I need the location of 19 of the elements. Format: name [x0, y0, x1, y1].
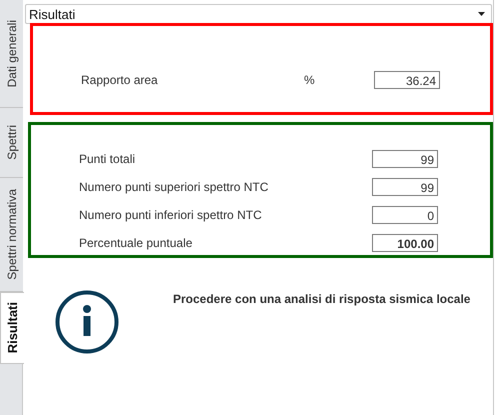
side-tab[interactable]: Risultati — [0, 292, 24, 364]
side-tab[interactable]: Dati generali — [0, 0, 23, 108]
info-icon — [55, 290, 119, 354]
value-field[interactable]: 36.24 — [374, 71, 440, 89]
value-field[interactable]: 99 — [372, 150, 438, 168]
caret-icon — [478, 12, 485, 16]
section-dropdown[interactable]: Risultati — [25, 4, 492, 24]
info-message: Procedere con una analisi di risposta sismica locale — [173, 292, 470, 306]
unit-label: % — [304, 73, 316, 87]
field-label: Numero punti superiori spettro NTC — [78, 180, 270, 194]
field-label: Percentuale puntuale — [78, 236, 194, 250]
field-label: Rapporto area — [80, 73, 159, 87]
field-label: Numero punti inferiori spettro NTC — [78, 208, 263, 222]
side-tab[interactable]: Spettri — [0, 108, 23, 178]
value-field[interactable]: 100.00 — [372, 234, 438, 252]
side-tab[interactable]: Spettri normativa — [0, 178, 23, 292]
field-label: Punti totali — [78, 152, 136, 166]
value-field[interactable]: 0 — [372, 206, 438, 224]
value-field[interactable]: 99 — [372, 178, 438, 196]
